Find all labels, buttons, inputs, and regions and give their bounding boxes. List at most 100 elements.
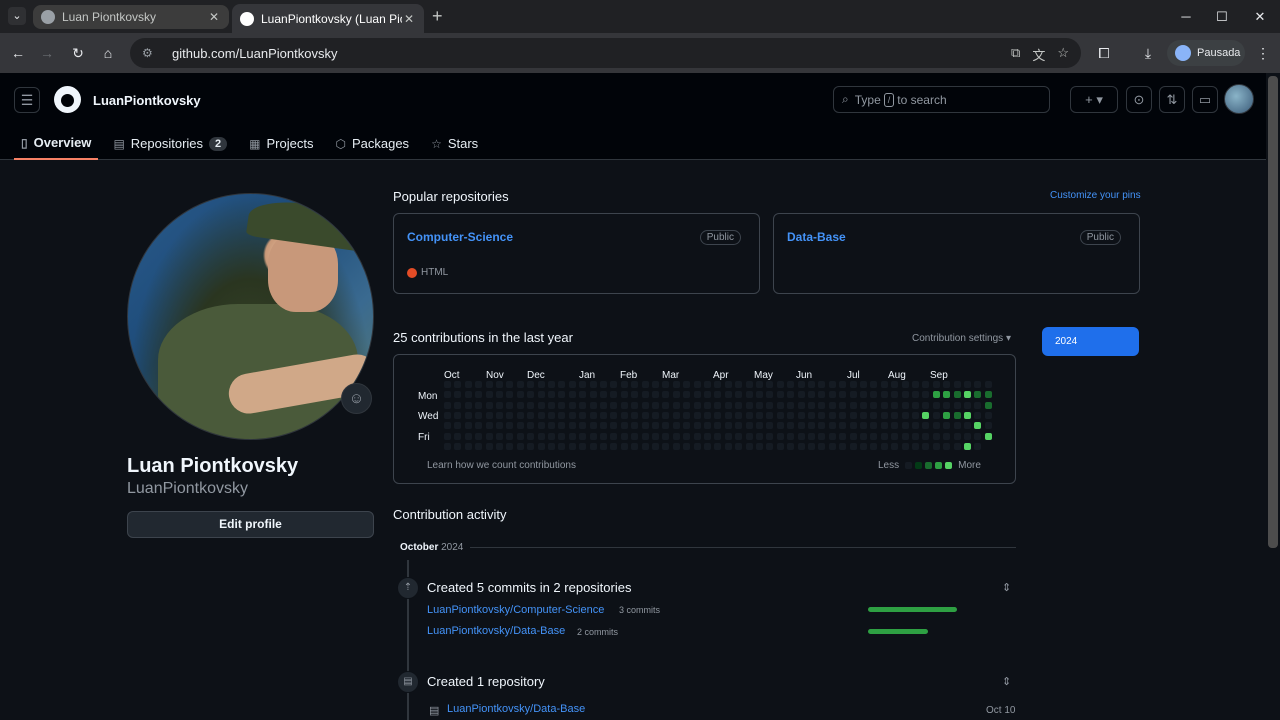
contribution-cell[interactable]: [828, 401, 836, 409]
contribution-cell[interactable]: [953, 401, 961, 409]
contribution-cell[interactable]: [662, 432, 670, 440]
install-app-icon[interactable]: ⧉: [1011, 45, 1020, 64]
contribution-cell[interactable]: [953, 442, 961, 450]
contribution-cell[interactable]: [953, 411, 961, 419]
contribution-cell[interactable]: [548, 391, 555, 399]
learn-contributions-link[interactable]: Learn how we count contributions: [427, 460, 576, 471]
contribution-cell[interactable]: [984, 422, 992, 430]
contribution-cell[interactable]: [808, 422, 815, 430]
hamburger-menu-icon[interactable]: ☰: [14, 87, 40, 113]
contribution-cell[interactable]: [516, 381, 524, 388]
contribution-cell[interactable]: [808, 442, 815, 450]
contribution-cell[interactable]: [485, 401, 493, 409]
create-new-button[interactable]: + ▾: [1070, 86, 1118, 113]
contribution-cell[interactable]: [880, 442, 888, 450]
commit-count[interactable]: 3 commits: [619, 605, 660, 615]
contribution-cell[interactable]: [464, 411, 472, 419]
contribution-cell[interactable]: [828, 391, 836, 399]
contribution-cell[interactable]: [485, 391, 493, 399]
contribution-cell[interactable]: [745, 422, 753, 430]
contribution-cell[interactable]: [683, 411, 691, 419]
contribution-cell[interactable]: [787, 411, 795, 419]
contribution-cell[interactable]: [620, 381, 628, 388]
contribution-cell[interactable]: [860, 401, 867, 409]
address-bar[interactable]: ⚙ github.com/LuanPiontkovsky ⧉ 文 ☆: [130, 38, 1081, 68]
contribution-cell[interactable]: [506, 381, 514, 388]
contribution-cell[interactable]: [558, 401, 566, 409]
contribution-cell[interactable]: [735, 381, 743, 388]
contribution-cell[interactable]: [839, 411, 847, 419]
contribution-cell[interactable]: [516, 442, 524, 450]
contribution-cell[interactable]: [672, 432, 680, 440]
contribution-cell[interactable]: [787, 422, 795, 430]
contribution-cell[interactable]: [464, 391, 472, 399]
contribution-cell[interactable]: [943, 422, 951, 430]
contribution-cell[interactable]: [496, 391, 503, 399]
contribution-cell[interactable]: [579, 422, 587, 430]
contribution-cell[interactable]: [662, 391, 670, 399]
contribution-cell[interactable]: [579, 411, 587, 419]
contribution-cell[interactable]: [704, 401, 711, 409]
contribution-cell[interactable]: [652, 422, 659, 430]
contribution-cell[interactable]: [475, 432, 483, 440]
contribution-cell[interactable]: [943, 432, 951, 440]
contribution-cell[interactable]: [776, 432, 784, 440]
contribution-cell[interactable]: [652, 401, 659, 409]
contribution-cell[interactable]: [870, 411, 878, 419]
contribution-cell[interactable]: [652, 391, 659, 399]
contribution-cell[interactable]: [849, 422, 857, 430]
tab-packages[interactable]: ⬡ Packages: [328, 127, 416, 160]
contribution-cell[interactable]: [797, 401, 805, 409]
contribution-cell[interactable]: [672, 381, 680, 388]
contribution-cell[interactable]: [610, 411, 618, 419]
home-icon[interactable]: ⌂: [99, 44, 117, 62]
contribution-cell[interactable]: [568, 442, 576, 450]
contribution-cell[interactable]: [860, 432, 867, 440]
contribution-cell[interactable]: [444, 391, 451, 399]
contribution-cell[interactable]: [974, 411, 982, 419]
contribution-cell[interactable]: [714, 381, 722, 388]
browser-profile-button[interactable]: Pausada: [1167, 40, 1245, 66]
contribution-cell[interactable]: [693, 411, 701, 419]
contribution-cell[interactable]: [912, 411, 919, 419]
tab-repositories[interactable]: ▤ Repositories 2: [106, 127, 234, 160]
contribution-cell[interactable]: [964, 401, 971, 409]
contribution-cell[interactable]: [766, 442, 774, 450]
contribution-cell[interactable]: [589, 422, 597, 430]
contribution-cell[interactable]: [818, 432, 826, 440]
contribution-cell[interactable]: [808, 432, 815, 440]
contribution-cell[interactable]: [828, 411, 836, 419]
contribution-cell[interactable]: [922, 411, 930, 419]
contribution-cell[interactable]: [672, 422, 680, 430]
contribution-cell[interactable]: [683, 442, 691, 450]
scrollbar-thumb[interactable]: [1268, 76, 1278, 548]
contribution-cell[interactable]: [683, 422, 691, 430]
contribution-cell[interactable]: [735, 442, 743, 450]
contribution-cell[interactable]: [860, 411, 867, 419]
contribution-cell[interactable]: [579, 432, 587, 440]
contribution-cell[interactable]: [891, 432, 899, 440]
contribution-cell[interactable]: [589, 432, 597, 440]
contribution-cell[interactable]: [745, 381, 753, 388]
tab-projects[interactable]: ▦ Projects: [242, 127, 320, 160]
contribution-cell[interactable]: [860, 422, 867, 430]
contribution-cell[interactable]: [724, 442, 732, 450]
bookmark-star-icon[interactable]: ☆: [1057, 45, 1069, 64]
contribution-cell[interactable]: [912, 432, 919, 440]
contribution-cell[interactable]: [444, 411, 451, 419]
contribution-cell[interactable]: [600, 401, 607, 409]
contribution-cell[interactable]: [891, 381, 899, 388]
contribution-cell[interactable]: [974, 442, 982, 450]
profile-avatar-large[interactable]: [127, 193, 374, 440]
contribution-cell[interactable]: [766, 411, 774, 419]
contribution-cell[interactable]: [797, 422, 805, 430]
contribution-cell[interactable]: [714, 442, 722, 450]
contribution-cell[interactable]: [735, 432, 743, 440]
contribution-cell[interactable]: [631, 411, 639, 419]
contribution-cell[interactable]: [579, 381, 587, 388]
contribution-cell[interactable]: [714, 432, 722, 440]
contribution-cell[interactable]: [620, 422, 628, 430]
contribution-cell[interactable]: [631, 401, 639, 409]
contribution-cell[interactable]: [880, 432, 888, 440]
contribution-cell[interactable]: [600, 422, 607, 430]
